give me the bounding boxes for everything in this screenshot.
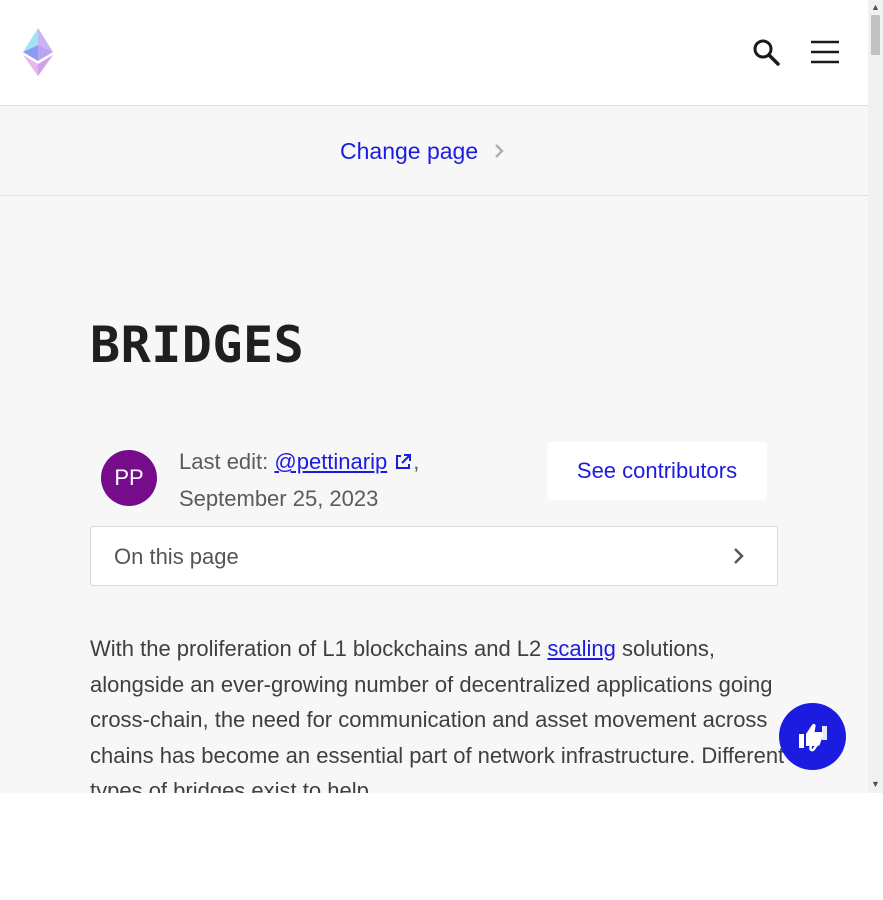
- site-header: [0, 0, 868, 106]
- avatar[interactable]: PP: [101, 450, 157, 506]
- on-this-page-toggle[interactable]: On this page: [90, 526, 778, 586]
- change-page-bar: Change page: [0, 106, 868, 196]
- scrollbar-thumb[interactable]: [871, 15, 880, 55]
- author-link[interactable]: @pettinarip: [274, 449, 387, 474]
- menu-button[interactable]: [806, 36, 844, 68]
- scaling-link[interactable]: scaling: [547, 636, 615, 661]
- chevron-right-icon: [734, 548, 744, 564]
- chevron-right-icon: [495, 144, 504, 158]
- scroll-down-arrow-icon[interactable]: ▼: [871, 779, 880, 789]
- on-this-page-label: On this page: [114, 544, 239, 569]
- feedback-button[interactable]: [779, 703, 846, 770]
- intro-text-start: With the proliferation of L1 blockchains…: [90, 636, 548, 661]
- last-edit-info: Last edit: @pettinarip , September 25, 2…: [179, 443, 469, 517]
- change-page-button[interactable]: Change page: [340, 138, 506, 164]
- search-button[interactable]: [748, 36, 784, 68]
- external-link-icon: [396, 454, 412, 469]
- see-contributors-button[interactable]: See contributors: [547, 442, 767, 500]
- last-edit-prefix: Last edit:: [179, 449, 275, 474]
- page-title: BRIDGES: [90, 316, 305, 374]
- thumbs-feedback-icon: [798, 723, 827, 751]
- vertical-scrollbar[interactable]: ▲ ▼: [868, 0, 883, 793]
- blank-area: [0, 793, 883, 900]
- search-icon: [753, 39, 780, 66]
- ethereum-logo-icon[interactable]: [20, 26, 56, 78]
- change-page-label: Change page: [340, 138, 479, 164]
- scroll-up-arrow-icon[interactable]: ▲: [871, 2, 880, 12]
- intro-paragraph: With the proliferation of L1 blockchains…: [90, 631, 790, 793]
- last-edit-date: September 25, 2023: [179, 486, 379, 511]
- author-handle: @pettinarip: [274, 449, 388, 474]
- last-edit-separator: ,: [413, 449, 420, 474]
- hamburger-menu-icon: [811, 40, 839, 64]
- page-viewport: Change page BRIDGES PP Last edit: @petti…: [0, 0, 868, 793]
